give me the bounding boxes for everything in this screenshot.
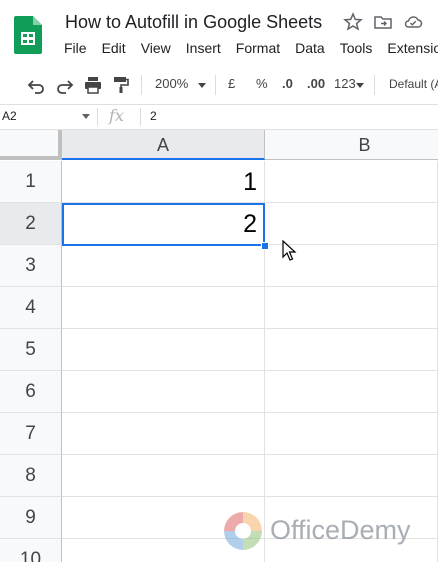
menu-extensions[interactable]: Extensio	[387, 40, 438, 56]
cell-a5[interactable]	[62, 329, 265, 371]
menu-edit[interactable]: Edit	[102, 40, 126, 56]
row-header-9[interactable]: 9	[0, 497, 62, 539]
toolbar-divider	[374, 75, 375, 95]
row-header-1[interactable]: 1	[0, 161, 62, 203]
move-folder-icon[interactable]	[373, 12, 393, 32]
currency-button[interactable]: £	[228, 76, 235, 91]
menu-file[interactable]: File	[64, 40, 87, 56]
row-header-7[interactable]: 7	[0, 413, 62, 455]
cell-b5[interactable]	[265, 329, 438, 371]
watermark-text: OfficeDemy	[270, 515, 411, 545]
cell-b8[interactable]	[265, 455, 438, 497]
formula-input[interactable]: 2	[150, 109, 157, 123]
row-header-5[interactable]: 5	[0, 329, 62, 371]
selection-outline	[62, 203, 265, 246]
toolbar: 200% £ % .0 .00 123 Default (A	[0, 66, 438, 105]
number-format-button[interactable]: 123	[334, 76, 356, 91]
column-header-b[interactable]: B	[265, 130, 438, 160]
toolbar-divider	[215, 75, 216, 95]
cell-a8[interactable]	[62, 455, 265, 497]
cloud-status-icon[interactable]	[403, 12, 423, 32]
column-header-a[interactable]: A	[62, 130, 265, 160]
spreadsheet-grid: A B 1 2 3 4 5 6 7 8 9 10 1 2	[0, 130, 438, 562]
cell-b7[interactable]	[265, 413, 438, 455]
row-header-2[interactable]: 2	[0, 203, 62, 245]
menu-tools[interactable]: Tools	[340, 40, 373, 56]
row-header-6[interactable]: 6	[0, 371, 62, 413]
toolbar-divider	[141, 75, 142, 95]
cell-a7[interactable]	[62, 413, 265, 455]
paint-format-icon[interactable]	[112, 76, 130, 94]
zoom-dropdown-icon[interactable]	[198, 83, 206, 88]
fill-handle[interactable]	[261, 242, 269, 250]
row-header-8[interactable]: 8	[0, 455, 62, 497]
formula-bar: A2 fx 2	[0, 105, 438, 130]
name-box-dropdown-icon[interactable]	[82, 114, 90, 119]
document-title[interactable]: How to Autofill in Google Sheets	[65, 12, 322, 33]
select-all-corner[interactable]	[0, 130, 62, 160]
star-icon[interactable]	[343, 12, 363, 32]
number-format-dropdown-icon[interactable]	[356, 83, 364, 88]
formula-divider	[140, 108, 141, 126]
cell-b2[interactable]	[265, 203, 438, 245]
zoom-value: 200%	[155, 76, 189, 91]
print-icon[interactable]	[83, 76, 103, 94]
row-header-4[interactable]: 4	[0, 287, 62, 329]
officedemy-watermark: OfficeDemy	[220, 508, 435, 554]
font-select[interactable]: Default (A	[389, 77, 438, 91]
percent-button[interactable]: %	[256, 76, 268, 91]
cell-a4[interactable]	[62, 287, 265, 329]
cell-b1[interactable]	[265, 161, 438, 203]
increase-decimals-button[interactable]: .00	[307, 76, 325, 91]
menu-format[interactable]: Format	[236, 40, 280, 56]
name-box[interactable]: A2	[2, 109, 17, 123]
cell-b6[interactable]	[265, 371, 438, 413]
menu-insert[interactable]: Insert	[186, 40, 221, 56]
cell-b4[interactable]	[265, 287, 438, 329]
row-header-3[interactable]: 3	[0, 245, 62, 287]
formula-divider	[97, 108, 98, 126]
redo-icon[interactable]	[55, 76, 75, 94]
mouse-pointer-icon	[282, 240, 297, 261]
row-header-10[interactable]: 10	[0, 539, 62, 562]
fx-icon: fx	[109, 106, 124, 125]
cell-a3[interactable]	[62, 245, 265, 287]
zoom-select[interactable]: 200%	[155, 76, 188, 91]
menu-bar: File Edit View Insert Format Data Tools Extensi…	[64, 40, 438, 56]
cell-a1[interactable]: 1	[62, 161, 265, 203]
title-bar: How to Autofill in Google Sheets File Edi…	[0, 0, 438, 66]
decrease-decimals-button[interactable]: .0	[282, 76, 293, 91]
cell-a6[interactable]	[62, 371, 265, 413]
menu-view[interactable]: View	[141, 40, 171, 56]
google-sheets-logo-icon[interactable]	[14, 16, 42, 54]
undo-icon[interactable]	[26, 76, 46, 94]
menu-data[interactable]: Data	[295, 40, 325, 56]
officedemy-logo-icon	[224, 512, 262, 550]
